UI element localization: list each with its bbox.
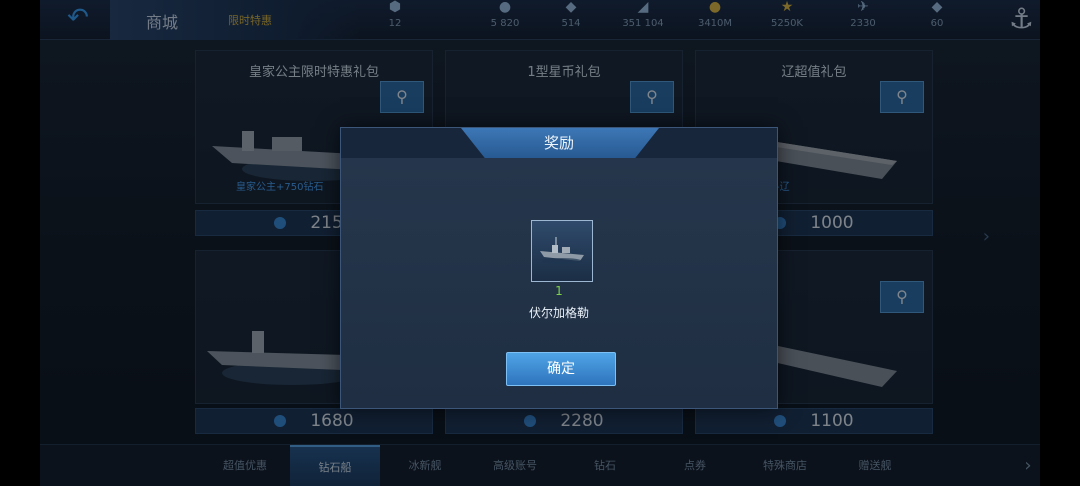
reward-dialog: 奖励 1 伏尔加格勒 确定 — [340, 127, 778, 409]
confirm-button[interactable]: 确定 — [506, 352, 616, 386]
reward-item[interactable] — [531, 220, 593, 282]
warship-icon — [540, 237, 584, 264]
dialog-title: 奖励 — [543, 134, 574, 152]
dialog-header: 奖励 — [341, 128, 777, 158]
reward-name: 伏尔加格勒 — [528, 306, 589, 320]
reward-count: 1 — [555, 284, 563, 298]
